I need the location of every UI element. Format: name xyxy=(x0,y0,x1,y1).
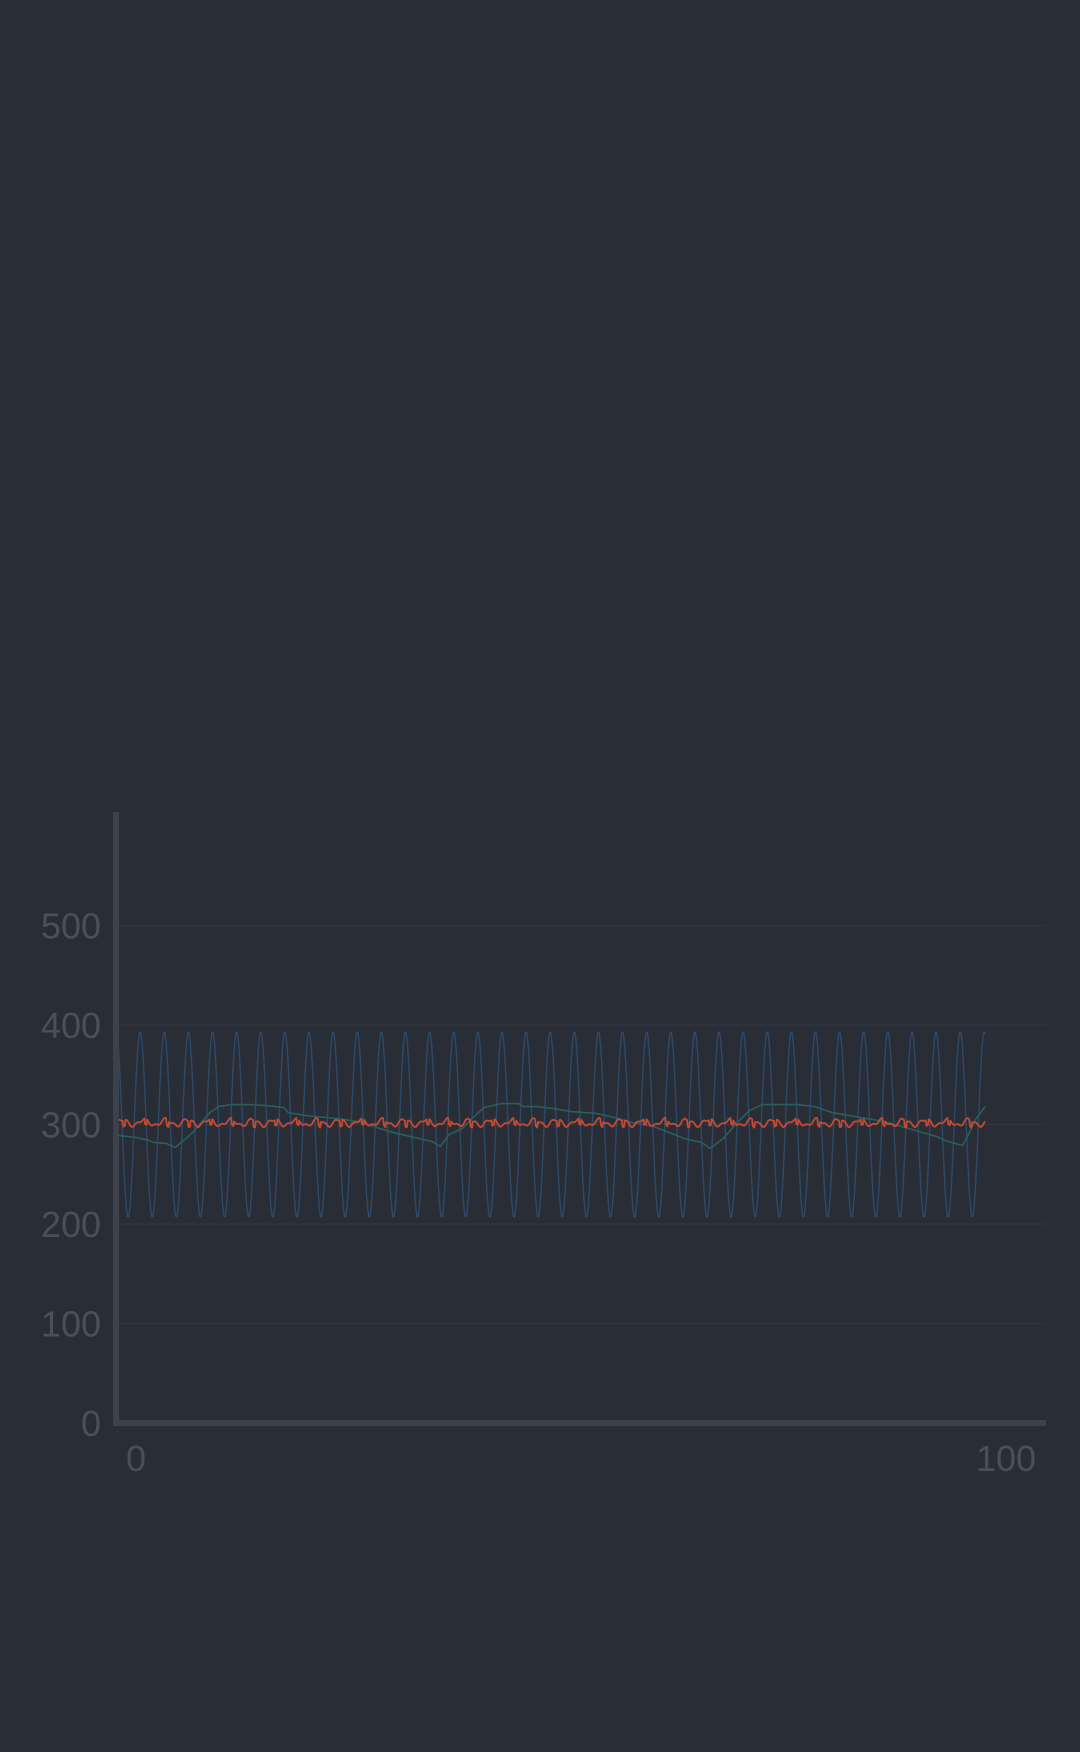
y-tick-label: 400 xyxy=(41,1005,101,1046)
x-tick-label: 100 xyxy=(976,1438,1036,1479)
chart-area: 0 100 200 300 400 500 0 100 xyxy=(0,0,1080,1752)
series-line-noisy xyxy=(116,1116,986,1129)
y-tick-label: 500 xyxy=(41,906,101,947)
y-tick-label: 100 xyxy=(41,1304,101,1345)
x-tick-label: 0 xyxy=(126,1438,146,1479)
y-tick-label: 0 xyxy=(81,1403,101,1444)
series-line-sawtooth xyxy=(116,1102,986,1150)
y-tick-label: 300 xyxy=(41,1105,101,1146)
y-tick-labels: 0 100 200 300 400 500 xyxy=(41,906,101,1445)
x-tick-labels: 0 100 xyxy=(126,1438,1036,1479)
y-tick-label: 200 xyxy=(41,1204,101,1245)
line-chart: 0 100 200 300 400 500 0 100 xyxy=(41,812,1046,1479)
